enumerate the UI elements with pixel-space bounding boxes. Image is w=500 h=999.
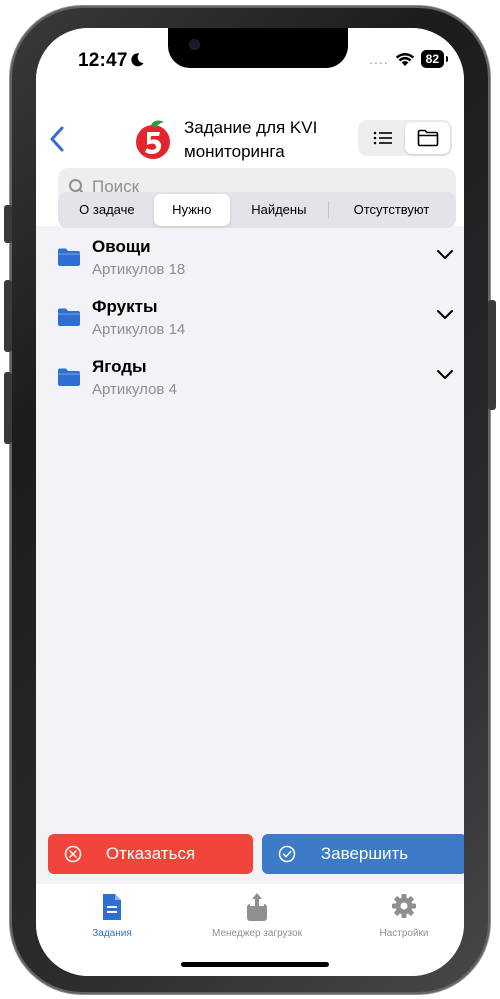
tabbar-label: Менеджер загрузок	[212, 928, 302, 939]
power-button	[488, 300, 496, 410]
check-circle-icon	[278, 845, 296, 863]
tab-missing[interactable]: Отсутствуют	[329, 194, 454, 226]
x-circle-icon	[64, 845, 82, 863]
tabbar-item-download-manager[interactable]: Менеджер загрузок	[187, 892, 327, 939]
chevron-down-icon[interactable]	[436, 369, 454, 381]
folder-icon	[58, 308, 80, 326]
view-mode-toggle	[358, 120, 452, 156]
category-row-vegetables[interactable]: Овощи Артикулов 18	[36, 234, 464, 294]
camera	[190, 40, 199, 49]
volume-down-button	[4, 372, 12, 444]
reject-button[interactable]: Отказаться	[48, 834, 253, 874]
tabbar-item-settings[interactable]: Настройки	[334, 892, 464, 939]
reject-label: Отказаться	[105, 844, 196, 863]
category-name: Ягоды	[92, 357, 147, 376]
wifi-icon	[395, 52, 414, 66]
chevron-down-icon[interactable]	[436, 309, 454, 321]
dynamic-island	[168, 28, 348, 68]
category-list: Овощи Артикулов 18 Фрукты Артикулов 14 Я…	[36, 234, 464, 414]
folder-view-button[interactable]	[405, 122, 450, 154]
segment-tabs: О задаче Нужно Найдены Отсутствуют	[58, 192, 456, 228]
status-time: 12:47	[78, 50, 128, 71]
finish-label: Завершить	[320, 844, 409, 863]
chevron-down-icon[interactable]	[436, 249, 454, 261]
document-icon	[103, 894, 121, 920]
folder-icon	[58, 248, 80, 266]
volume-up-button	[4, 280, 12, 352]
tabbar-item-tasks[interactable]: Задания	[42, 892, 182, 939]
finish-button[interactable]: Завершить	[262, 834, 464, 874]
action-buttons: Отказаться Завершить	[36, 834, 464, 874]
list-icon	[373, 131, 392, 145]
tab-found[interactable]: Найдены	[230, 194, 328, 226]
pyaterochka-logo-icon	[136, 120, 170, 159]
screen: 12:47 .... 82 Задание для KVI мониторинг…	[36, 28, 464, 976]
category-row-fruits[interactable]: Фрукты Артикулов 14	[36, 294, 464, 354]
signal-dots: ....	[369, 51, 389, 67]
battery-indicator: 82	[420, 50, 449, 68]
folder-icon	[58, 368, 80, 386]
status-indicators: .... 82	[369, 50, 449, 68]
tab-needed[interactable]: Нужно	[153, 194, 230, 226]
page-title: Задание для KVI мониторинга	[184, 118, 318, 161]
tab-about-task[interactable]: О задаче	[60, 194, 154, 226]
gear-icon	[392, 894, 416, 918]
moon-icon	[131, 53, 144, 67]
category-count: Артикулов 18	[92, 261, 186, 278]
tabbar-label: Задания	[92, 928, 132, 939]
mute-switch	[4, 205, 12, 243]
list-view-button[interactable]	[360, 122, 405, 154]
category-count: Артикулов 4	[92, 381, 177, 398]
tabbar-label: Настройки	[379, 928, 429, 939]
category-count: Артикулов 14	[92, 321, 186, 338]
category-name: Фрукты	[92, 297, 158, 316]
category-name: Овощи	[92, 237, 151, 256]
home-indicator	[181, 962, 329, 967]
category-row-berries[interactable]: Ягоды Артикулов 4	[36, 354, 464, 414]
folder-outline-icon	[417, 129, 438, 147]
upload-icon	[247, 893, 267, 921]
back-chevron-icon[interactable]	[46, 124, 70, 154]
